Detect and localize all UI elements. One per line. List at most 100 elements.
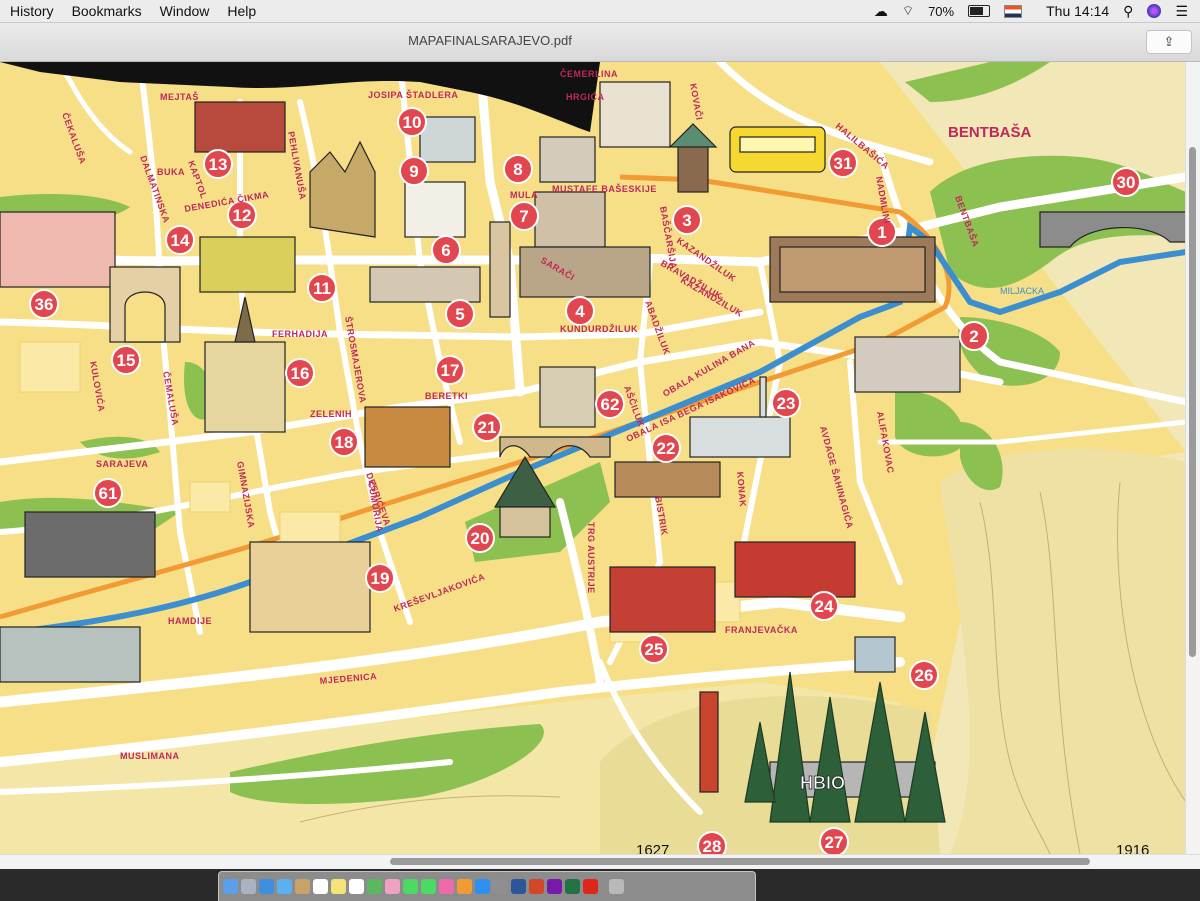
street-label: SARAJEVA — [96, 459, 148, 469]
notification-center-icon[interactable]: ☰ — [1175, 3, 1188, 20]
itunes-icon[interactable] — [439, 879, 454, 894]
safari-icon[interactable] — [259, 879, 274, 894]
street-label: FRANJEVAČKA — [725, 624, 798, 635]
district-label: BENTBAŠA — [948, 123, 1032, 141]
marker-18: 18 — [329, 427, 359, 457]
battery-percent[interactable]: 70% — [928, 4, 954, 19]
building-presidency — [249, 541, 371, 633]
marker-4: 4 — [565, 296, 595, 326]
hill-area — [940, 448, 1186, 854]
street-label: HAMDIJE — [168, 616, 212, 626]
contacts-icon[interactable] — [295, 879, 310, 894]
marker-27: 27 — [819, 827, 849, 854]
sign-text: HBIO — [800, 773, 845, 793]
marker-24: 24 — [809, 591, 839, 621]
wifi-icon[interactable]: ⌔ — [902, 3, 914, 19]
input-source-flag-icon[interactable] — [1004, 4, 1023, 18]
marker-number: 23 — [777, 394, 796, 413]
marker-number: 16 — [291, 364, 310, 383]
marker-number: 21 — [478, 418, 497, 437]
marker-5: 5 — [445, 299, 475, 329]
marker-31: 31 — [828, 148, 858, 178]
messages-icon[interactable] — [403, 879, 418, 894]
clock[interactable]: Thu 14:14 — [1046, 3, 1109, 19]
marker-number: 13 — [209, 155, 228, 174]
marker-6: 6 — [431, 235, 461, 265]
word-icon[interactable] — [511, 879, 526, 894]
photos-icon[interactable] — [385, 879, 400, 894]
siri-icon[interactable] — [1147, 4, 1162, 18]
marker-number: 30 — [1117, 173, 1136, 192]
marker-13: 13 — [203, 149, 233, 179]
street-label: MUSTAFE BAŠESKIJE — [552, 183, 657, 194]
building-synagogue — [364, 406, 451, 468]
pdf-map-page[interactable]: 1 2 3 4 5 6 7 8 9 10 11 12 13 14 15 16 17 18 19 20 21 22 23 24 2… — [0, 62, 1186, 854]
calendar-icon[interactable] — [313, 879, 328, 894]
marker-number: 22 — [657, 439, 676, 458]
marker-number: 3 — [682, 211, 691, 230]
onenote-icon[interactable] — [547, 879, 562, 894]
facetime-icon[interactable] — [421, 879, 436, 894]
notes-icon[interactable] — [331, 879, 346, 894]
vertical-scroll-thumb[interactable] — [1189, 147, 1196, 657]
marker-number: 10 — [403, 113, 422, 132]
share-button[interactable]: ⇪ — [1146, 30, 1192, 54]
marker-15: 15 — [111, 345, 141, 375]
vertical-scrollbar[interactable] — [1185, 62, 1200, 854]
marker-9: 9 — [399, 156, 429, 186]
preferences-icon[interactable] — [493, 879, 508, 894]
marker-11: 11 — [307, 273, 337, 303]
marker-number: 28 — [703, 837, 722, 854]
excel-icon[interactable] — [565, 879, 580, 894]
marker-number: 62 — [601, 395, 620, 414]
creative-cloud-icon[interactable]: ☁ — [874, 3, 888, 20]
marker-28: 28 — [697, 831, 727, 854]
marker-22: 22 — [651, 433, 681, 463]
building-pink-block — [0, 211, 116, 288]
marker-number: 2 — [969, 327, 978, 346]
powerpoint-icon[interactable] — [529, 879, 544, 894]
marker-23: 23 — [771, 388, 801, 418]
appstore-icon[interactable] — [475, 879, 490, 894]
menu-help[interactable]: Help — [218, 3, 265, 19]
building-museum — [24, 511, 156, 578]
maps-icon[interactable] — [367, 879, 382, 894]
menu-bar: History Bookmarks Window Help ☁ ⌔ 70% Th… — [0, 0, 1200, 23]
acrobat-icon[interactable] — [583, 879, 598, 894]
reminders-icon[interactable] — [349, 879, 364, 894]
marker-number: 20 — [471, 529, 490, 548]
spotlight-search-icon[interactable]: ⚲ — [1123, 3, 1133, 20]
building-national-theatre — [199, 236, 296, 293]
menu-window[interactable]: Window — [151, 3, 219, 19]
building-cable-car — [854, 636, 896, 673]
window-title-bar: MAPAFINALSARAJEVO.pdf ⇪ — [0, 23, 1200, 62]
ibooks-icon[interactable] — [457, 879, 472, 894]
marker-2: 2 — [959, 321, 989, 351]
street-label: FERHADIJA — [272, 329, 328, 339]
elevation-1627: 1627 — [636, 842, 669, 854]
marker-number: 18 — [335, 433, 354, 452]
finder-icon[interactable] — [223, 879, 238, 894]
marker-number: 12 — [233, 206, 252, 225]
horizontal-scroll-thumb[interactable] — [390, 858, 1090, 865]
launchpad-icon[interactable] — [241, 879, 256, 894]
marker-26: 26 — [909, 660, 939, 690]
building-city-hall — [769, 236, 936, 303]
street-label: MUSLIMANA — [120, 751, 180, 761]
trash-icon[interactable] — [609, 879, 624, 894]
marker-number: 4 — [575, 302, 585, 321]
battery-icon[interactable] — [968, 5, 991, 17]
menu-bookmarks[interactable]: Bookmarks — [63, 3, 151, 19]
building-arch — [109, 266, 181, 343]
dock — [218, 871, 756, 901]
mail-icon[interactable] — [277, 879, 292, 894]
marker-62: 62 — [595, 389, 625, 419]
building-tower — [699, 691, 719, 793]
marker-number: 1 — [877, 223, 886, 242]
menu-history[interactable]: History — [0, 3, 63, 19]
marker-number: 9 — [409, 162, 418, 181]
marker-30: 30 — [1111, 167, 1141, 197]
marker-number: 26 — [915, 666, 934, 685]
marker-10: 10 — [397, 107, 427, 137]
horizontal-scrollbar[interactable] — [0, 854, 1200, 869]
